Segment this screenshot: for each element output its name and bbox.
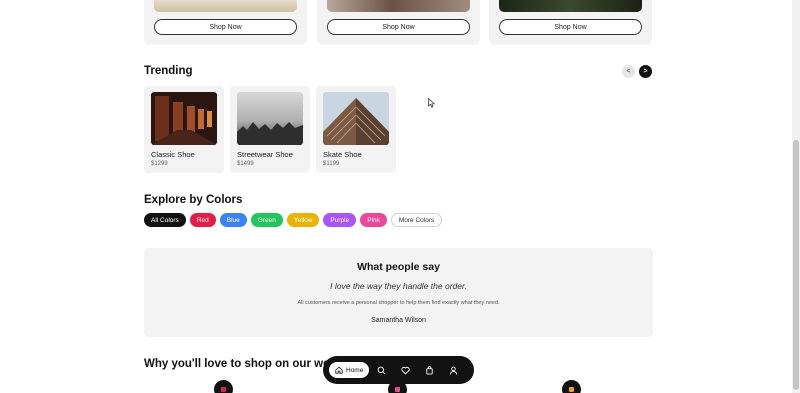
promo-image	[327, 0, 470, 12]
promo-card-2: Shop Now	[317, 0, 480, 45]
carousel-prev-button[interactable]: <	[622, 65, 635, 78]
trending-title: Trending	[144, 65, 193, 77]
feature-icon-3	[562, 380, 581, 393]
chip-all-colors[interactable]: All Colors	[144, 213, 186, 227]
promo-card-3: Shop Now	[489, 0, 652, 45]
nav-profile-button[interactable]	[441, 356, 465, 384]
product-card[interactable]: Classic Shoe $1299	[144, 86, 224, 173]
product-card[interactable]: Skate Shoe $1199	[316, 86, 396, 173]
chip-pink[interactable]: Pink	[360, 213, 387, 227]
chip-yellow[interactable]: Yellow	[286, 213, 320, 227]
product-image	[151, 92, 217, 145]
carousel-next-button[interactable]: >	[639, 65, 652, 78]
promo-image	[499, 0, 642, 12]
testimonial-body: All customers receive a personal shopper…	[297, 300, 500, 306]
testimonial-card: What people say I love the way they hand…	[144, 248, 653, 337]
product-price: $1299	[151, 161, 168, 167]
home-icon	[335, 366, 343, 374]
product-image	[237, 92, 303, 145]
product-image	[323, 92, 389, 145]
chip-green[interactable]: Green	[250, 213, 283, 227]
shop-now-button[interactable]: Shop Now	[154, 19, 297, 35]
feature-icon-1	[214, 380, 233, 393]
nav-home-button[interactable]: Home	[329, 362, 370, 378]
product-card[interactable]: Streetwear Shoe $1499	[230, 86, 310, 173]
scrollbar-thumb[interactable]	[793, 140, 799, 390]
testimonial-title: What people say	[357, 261, 440, 273]
chip-purple[interactable]: Purple	[323, 213, 357, 227]
search-icon	[377, 366, 386, 374]
promo-image	[154, 0, 297, 12]
color-chip-list: All Colors Red Blue Green Yellow Purple …	[144, 213, 443, 227]
product-name: Classic Shoe	[151, 150, 195, 159]
shop-now-button[interactable]: Shop Now	[499, 19, 642, 35]
user-icon	[449, 366, 457, 375]
nav-wishlist-button[interactable]	[393, 356, 417, 384]
product-price: $1499	[237, 161, 254, 167]
bottom-navigation: Home	[323, 356, 474, 384]
testimonial-author: Samantha Wilson	[371, 317, 426, 324]
product-price: $1199	[323, 161, 340, 167]
nav-bag-button[interactable]	[417, 356, 441, 384]
chip-more-colors[interactable]: More Colors	[390, 213, 443, 227]
nav-search-button[interactable]	[369, 356, 393, 384]
explore-colors-title: Explore by Colors	[144, 194, 243, 206]
page-scrollbar[interactable]	[792, 0, 800, 393]
chip-red[interactable]: Red	[189, 213, 216, 227]
chip-blue[interactable]: Blue	[219, 213, 247, 227]
mouse-cursor-icon	[428, 98, 435, 108]
product-name: Streetwear Shoe	[237, 150, 293, 159]
heart-icon	[401, 366, 410, 375]
bag-icon	[426, 365, 433, 375]
promo-card-1: Shop Now	[144, 0, 307, 45]
shop-now-button[interactable]: Shop Now	[327, 19, 470, 35]
product-name: Skate Shoe	[323, 150, 362, 159]
testimonial-quote: I love the way they handle the order.	[330, 281, 467, 291]
nav-home-label: Home	[346, 366, 364, 374]
